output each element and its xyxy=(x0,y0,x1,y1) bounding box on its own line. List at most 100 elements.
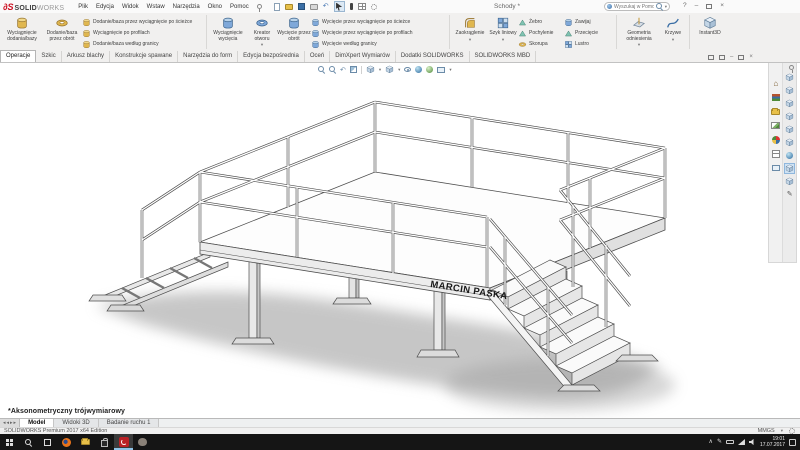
save-icon[interactable] xyxy=(297,3,305,10)
boundary-cut-button[interactable]: Wycięcie według granicy xyxy=(311,39,447,49)
pattern-dropdown-icon[interactable]: ▾ xyxy=(502,37,504,42)
display-style-icon[interactable] xyxy=(385,65,394,74)
view-trimetric-button[interactable] xyxy=(784,176,795,187)
solidworks-resources-tab[interactable]: ⌂ xyxy=(770,78,781,89)
print-icon[interactable] xyxy=(309,3,318,10)
menu-plik[interactable]: Plik xyxy=(74,4,92,10)
3d-model-canvas[interactable]: MARCIN PASKA xyxy=(0,63,800,418)
view-orientation-dropdown-icon[interactable]: ▾ xyxy=(379,67,381,72)
network-icon[interactable] xyxy=(737,439,745,445)
help-button[interactable]: ? xyxy=(683,2,687,10)
undo-icon[interactable]: ↶ xyxy=(323,3,329,10)
wrap-button[interactable]: Zawijaj xyxy=(564,17,614,27)
pane-pin-icon[interactable] xyxy=(789,65,795,73)
new-document-icon[interactable] xyxy=(273,2,280,11)
select-tool-button[interactable] xyxy=(333,1,345,12)
store-button[interactable] xyxy=(95,434,114,450)
revolved-cut-button[interactable]: Wycięcie przez obrót xyxy=(277,14,311,42)
menu-pomoc[interactable]: Pomoc xyxy=(226,4,253,10)
gimp-button[interactable] xyxy=(133,434,152,450)
file-explorer-button[interactable] xyxy=(76,434,95,450)
menu-pin-icon[interactable] xyxy=(256,4,262,12)
curves-dropdown-icon[interactable]: ▾ xyxy=(672,37,674,42)
close-button[interactable]: × xyxy=(720,2,724,10)
forum-tab[interactable] xyxy=(770,162,781,173)
tab-scroll-buttons[interactable]: ◂ ◂ ▸ ▸ xyxy=(0,419,21,427)
lofted-boss-button[interactable]: Wyciągnięcie po profilach xyxy=(82,28,204,38)
fillet-button[interactable]: Zaokrąglenie ▾ xyxy=(452,14,488,42)
solidworks-taskbar-button[interactable] xyxy=(114,434,133,450)
view-right-button[interactable] xyxy=(784,111,795,122)
shell-button[interactable]: Skorupa xyxy=(518,39,564,49)
menu-edycja[interactable]: Edycja xyxy=(92,4,118,10)
edit-appearance-icon[interactable] xyxy=(415,66,423,73)
tab-operacje[interactable]: Operacje xyxy=(0,50,37,62)
taskbar-search-button[interactable] xyxy=(19,434,38,450)
tab-narzedzia-do-form[interactable]: Narzędzia do form xyxy=(178,51,239,62)
menu-wstaw[interactable]: Wstaw xyxy=(143,4,169,10)
fillet-dropdown-icon[interactable]: ▾ xyxy=(469,37,471,42)
view-bottom-button[interactable] xyxy=(784,137,795,148)
previous-view-icon[interactable]: ↶ xyxy=(340,66,346,74)
doc-minimize-button[interactable]: – xyxy=(730,54,733,61)
rib-button[interactable]: Żebro xyxy=(518,17,564,27)
zoom-to-fit-icon[interactable] xyxy=(318,66,325,73)
menu-narzedzia[interactable]: Narzędzia xyxy=(169,4,204,10)
swept-boss-button[interactable]: Dodanie/baza przez wyciągnięcie po ścież… xyxy=(82,17,204,27)
lofted-cut-button[interactable]: Wycięcie przez wyciągnięcie po profilach xyxy=(311,28,447,38)
search-dropdown-icon[interactable]: ▾ xyxy=(665,4,667,9)
menu-okno[interactable]: Okno xyxy=(204,4,226,10)
custom-properties-tab[interactable] xyxy=(770,148,781,159)
tab-model[interactable]: Model xyxy=(20,419,55,427)
doc-cascade-icon[interactable] xyxy=(708,55,714,60)
curves-button[interactable]: Krzywe ▾ xyxy=(659,14,687,42)
view-normal-to-button[interactable] xyxy=(784,150,795,161)
taskbar-clock[interactable]: 19:01 17.07.2017 xyxy=(760,436,785,448)
tab-motion-study[interactable]: Badanie ruchu 1 xyxy=(98,419,160,427)
doc-tile-icon[interactable] xyxy=(719,55,725,60)
search-icon[interactable] xyxy=(655,3,663,10)
tab-edycja-bezposrednia[interactable]: Edycja bezpośrednia xyxy=(238,51,305,62)
intersect-button[interactable]: Przecięcie xyxy=(564,28,614,38)
tab-dimxpert[interactable]: DimXpert Wymiarów xyxy=(330,51,396,62)
reference-dropdown-icon[interactable]: ▾ xyxy=(638,42,640,47)
view-orientation-icon[interactable] xyxy=(366,65,375,74)
scroll-left-icon[interactable]: ◂ xyxy=(7,420,10,426)
file-properties-icon[interactable] xyxy=(357,3,366,10)
zoom-to-area-icon[interactable] xyxy=(329,66,336,73)
appearances-tab[interactable] xyxy=(770,134,781,145)
task-view-button[interactable] xyxy=(38,434,57,450)
hidden-icons-chevron[interactable]: ∧ xyxy=(709,439,713,446)
view-back-button[interactable] xyxy=(784,85,795,96)
tab-konstrukcje-spawane[interactable]: Konstrukcje spawane xyxy=(110,51,179,62)
minimize-button[interactable]: – xyxy=(695,2,699,10)
start-button[interactable] xyxy=(0,434,19,450)
sketch-pen-icon[interactable] xyxy=(349,3,353,10)
new-view-button[interactable]: ✎ xyxy=(784,189,795,200)
view-palette-tab[interactable] xyxy=(770,120,781,131)
apply-scene-icon[interactable] xyxy=(426,66,434,73)
view-left-button[interactable] xyxy=(784,98,795,109)
file-explorer-tab[interactable] xyxy=(770,106,781,117)
design-library-tab[interactable] xyxy=(770,92,781,103)
section-view-icon[interactable] xyxy=(349,66,357,73)
instant3d-button[interactable]: Instant3D xyxy=(692,14,728,37)
menu-widok[interactable]: Widok xyxy=(118,4,143,10)
units-dropdown-icon[interactable]: ▾ xyxy=(781,428,783,433)
hide-show-items-icon[interactable] xyxy=(404,67,412,72)
reference-geometry-button[interactable]: Geometria odniesienia ▾ xyxy=(619,14,659,47)
swept-cut-button[interactable]: Wycięcie przez wyciągnięcie po ścieżce xyxy=(311,17,447,27)
hole-wizard-dropdown-icon[interactable]: ▾ xyxy=(261,42,263,47)
tray-pen-icon[interactable]: ✎ xyxy=(717,439,722,446)
mirror-button[interactable]: Lustro xyxy=(564,39,614,49)
view-front-button[interactable] xyxy=(784,72,795,83)
scroll-right-icon[interactable]: ▸ xyxy=(10,420,13,426)
firefox-button[interactable] xyxy=(57,434,76,450)
open-file-icon[interactable] xyxy=(284,3,293,10)
scroll-left-icon[interactable]: ◂ xyxy=(3,420,6,426)
boundary-boss-button[interactable]: Dodanie/baza według granicy xyxy=(82,39,204,49)
tab-arkusz-blachy[interactable]: Arkusz blachy xyxy=(62,51,111,62)
hole-wizard-button[interactable]: Kreator otworu ▾ xyxy=(247,14,277,47)
scroll-right-icon[interactable]: ▸ xyxy=(14,420,17,426)
options-gear-icon[interactable] xyxy=(370,3,377,10)
